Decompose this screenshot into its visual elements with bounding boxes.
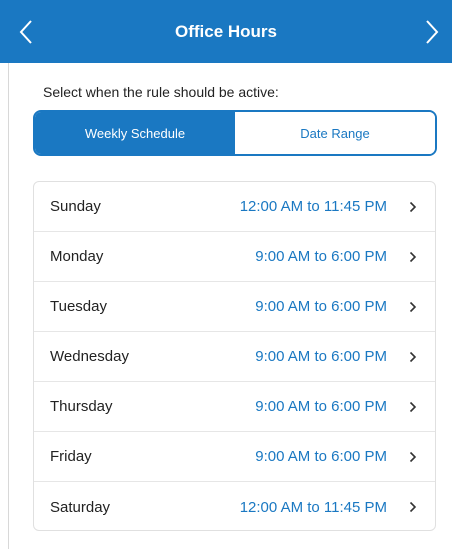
chevron-right-icon xyxy=(426,19,439,44)
chevron-right-icon xyxy=(409,451,417,463)
day-row-saturday[interactable]: Saturday 12:00 AM to 11:45 PM xyxy=(34,482,435,530)
day-row-monday[interactable]: Monday 9:00 AM to 6:00 PM xyxy=(34,232,435,282)
day-hours: 12:00 AM to 11:45 PM xyxy=(239,498,387,516)
day-name: Thursday xyxy=(50,398,113,415)
day-row-sunday[interactable]: Sunday 12:00 AM to 11:45 PM xyxy=(34,182,435,232)
chevron-right-icon xyxy=(409,501,417,513)
day-name: Monday xyxy=(50,248,104,265)
day-row-friday[interactable]: Friday 9:00 AM to 6:00 PM xyxy=(34,432,435,482)
schedule-mode-toggle: Weekly Schedule Date Range xyxy=(33,110,437,156)
day-name: Friday xyxy=(50,448,92,465)
day-row-thursday[interactable]: Thursday 9:00 AM to 6:00 PM xyxy=(34,382,435,432)
chevron-right-icon xyxy=(409,401,417,413)
tab-date-range[interactable]: Date Range xyxy=(235,112,435,154)
day-row-tuesday[interactable]: Tuesday 9:00 AM to 6:00 PM xyxy=(34,282,435,332)
day-name: Sunday xyxy=(50,198,101,215)
day-hours: 9:00 AM to 6:00 PM xyxy=(255,348,387,365)
day-name: Wednesday xyxy=(50,348,129,365)
tab-weekly-schedule[interactable]: Weekly Schedule xyxy=(35,112,235,154)
chevron-right-icon xyxy=(409,201,417,213)
day-hours: 9:00 AM to 6:00 PM xyxy=(255,248,387,265)
day-row-wednesday[interactable]: Wednesday 9:00 AM to 6:00 PM xyxy=(34,332,435,382)
day-hours: 9:00 AM to 6:00 PM xyxy=(255,448,387,465)
page-title: Office Hours xyxy=(174,21,278,41)
day-list: Sunday 12:00 AM to 11:45 PM Monday 9:00 … xyxy=(33,181,436,531)
day-hours: 9:00 AM to 6:00 PM xyxy=(255,298,387,315)
day-name: Saturday xyxy=(50,498,111,516)
chevron-left-icon xyxy=(19,19,32,44)
day-name: Tuesday xyxy=(50,298,107,315)
rule-prompt: Select when the rule should be active: xyxy=(43,84,279,100)
app-header: Office Hours xyxy=(0,0,452,63)
chevron-right-icon xyxy=(409,301,417,313)
frame-edge xyxy=(8,63,9,549)
day-hours: 9:00 AM to 6:00 PM xyxy=(255,398,387,415)
chevron-right-icon xyxy=(409,351,417,363)
day-hours: 12:00 AM to 11:45 PM xyxy=(239,198,387,215)
back-button[interactable] xyxy=(6,0,46,63)
forward-button[interactable] xyxy=(412,0,452,63)
chevron-right-icon xyxy=(409,251,417,263)
